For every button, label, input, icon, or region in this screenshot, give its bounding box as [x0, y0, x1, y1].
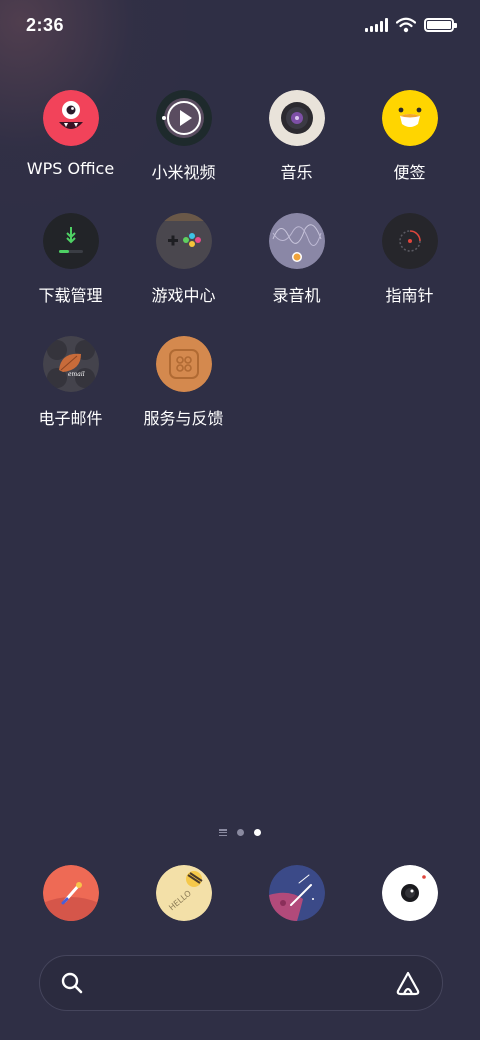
app-email[interactable]: email 电子邮件	[14, 336, 127, 429]
download-icon	[42, 213, 99, 269]
wps-office-icon	[42, 90, 99, 146]
status-icons	[365, 17, 457, 33]
app-downloads[interactable]: 下载管理	[14, 213, 127, 306]
app-label: 指南针	[385, 286, 434, 305]
app-service-feedback[interactable]: 服务与反馈	[127, 336, 240, 429]
browser-rocket-icon[interactable]	[42, 865, 99, 921]
app-label: 电子邮件	[38, 409, 103, 428]
app-label: 下载管理	[38, 286, 103, 305]
search-icon[interactable]	[60, 971, 84, 995]
app-label: WPS Office	[26, 159, 115, 178]
app-label: 便签	[393, 163, 426, 182]
app-label: 小米视频	[151, 163, 216, 182]
svg-text:email: email	[68, 371, 85, 378]
gamepad-icon	[155, 213, 212, 269]
compass-icon	[381, 213, 438, 269]
app-mi-video[interactable]: 小米视频	[127, 90, 240, 183]
status-bar: 2:36	[0, 0, 480, 50]
search-bar[interactable]	[39, 955, 443, 1011]
page-menu-icon[interactable]	[219, 829, 227, 836]
app-game-center[interactable]: 游戏中心	[127, 213, 240, 306]
app-compass[interactable]: 指南针	[353, 213, 466, 306]
page-dot-2[interactable]	[254, 829, 261, 836]
cellular-signal-icon	[365, 18, 388, 32]
notes-chick-icon	[381, 90, 438, 146]
dock: HELLO	[14, 865, 466, 921]
wifi-icon	[396, 17, 416, 33]
page-dot-1[interactable]	[237, 829, 244, 836]
app-notes[interactable]: 便签	[353, 90, 466, 183]
gallery-meteor-icon[interactable]	[268, 865, 325, 921]
music-disc-icon	[268, 90, 325, 146]
app-wps-office[interactable]: WPS Office	[14, 90, 127, 183]
app-label: 游戏中心	[151, 286, 216, 305]
video-play-icon	[155, 90, 212, 146]
recorder-icon	[268, 213, 325, 269]
status-time: 2:36	[26, 14, 65, 35]
app-label: 录音机	[272, 286, 321, 305]
app-label: 服务与反馈	[143, 409, 224, 428]
assistant-icon[interactable]	[394, 970, 422, 996]
camera-icon[interactable]	[381, 865, 438, 921]
email-icon: email	[42, 336, 99, 392]
service-feedback-icon	[155, 336, 212, 392]
app-label: 音乐	[280, 163, 313, 182]
page-indicator[interactable]	[0, 829, 480, 836]
app-grid: WPS Office 小米视频 音乐 便签 下载管理 游戏中心 录音机 指南针 …	[14, 90, 466, 429]
app-music[interactable]: 音乐	[240, 90, 353, 183]
battery-icon	[424, 18, 457, 32]
battery-fill	[427, 21, 451, 29]
app-recorder[interactable]: 录音机	[240, 213, 353, 306]
messages-hello-icon[interactable]: HELLO	[155, 865, 212, 921]
